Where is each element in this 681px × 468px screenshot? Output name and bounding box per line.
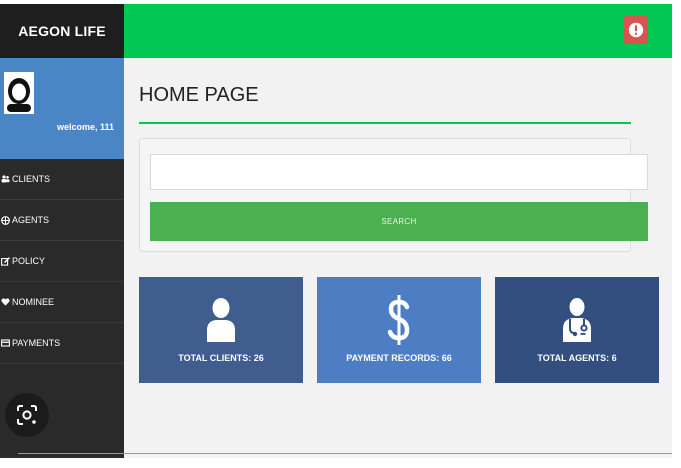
top-bar [124, 4, 672, 58]
sidebar-item-payments[interactable]: PAYMENTS [0, 323, 124, 364]
profile-panel: welcome, 111 [0, 58, 124, 159]
sidebar-item-policy[interactable]: POLICY [0, 241, 124, 282]
globe-icon [1, 215, 10, 225]
total-clients-card[interactable]: TOTAL CLIENTS: 26 [139, 277, 303, 383]
user-icon [206, 295, 236, 345]
sidebar-item-agents[interactable]: AGENTS [0, 200, 124, 241]
exclamation-icon [628, 22, 644, 38]
lens-button[interactable] [5, 393, 49, 437]
heart-icon [1, 298, 10, 306]
page-title: HOME PAGE [139, 84, 259, 106]
card-label: PAYMENT RECORDS: 66 [346, 353, 452, 363]
app-frame: AEGON LIFE welcome, 111 CLIENTS AGENTS P… [0, 4, 672, 458]
alert-button[interactable] [624, 16, 648, 44]
sidebar-item-label: PAYMENTS [12, 338, 61, 348]
sidebar-item-label: CLIENTS [12, 174, 51, 184]
edit-icon [1, 256, 10, 266]
lens-icon [17, 405, 37, 425]
main-content: HOME PAGE SEARCH TOTAL CLIENTS: 26 PAYME… [124, 58, 672, 458]
title-divider [139, 122, 631, 124]
search-panel: SEARCH [139, 138, 648, 252]
card-label: TOTAL CLIENTS: 26 [178, 353, 264, 363]
bottom-divider [18, 453, 672, 454]
doctor-icon [562, 295, 592, 345]
search-button[interactable]: SEARCH [150, 202, 648, 241]
sidebar-item-clients[interactable]: CLIENTS [0, 159, 124, 200]
sidebar-item-label: POLICY [12, 256, 46, 266]
payment-records-card[interactable]: PAYMENT RECORDS: 66 [317, 277, 481, 383]
user-silhouette-icon [7, 78, 31, 112]
sidebar-item-nominee[interactable]: NOMINEE [0, 282, 124, 323]
search-input[interactable] [150, 154, 648, 190]
dollar-icon [387, 295, 411, 345]
card-label: TOTAL AGENTS: 6 [537, 353, 617, 363]
total-agents-card[interactable]: TOTAL AGENTS: 6 [495, 277, 659, 383]
welcome-text: welcome, 111 [56, 122, 114, 132]
sidebar: AEGON LIFE welcome, 111 CLIENTS AGENTS P… [0, 4, 124, 458]
sidebar-item-label: NOMINEE [12, 297, 55, 307]
avatar[interactable] [4, 72, 34, 114]
brand-logo[interactable]: AEGON LIFE [0, 4, 124, 58]
users-icon [1, 175, 10, 183]
card-icon [1, 339, 10, 347]
sidebar-item-label: AGENTS [12, 215, 50, 225]
